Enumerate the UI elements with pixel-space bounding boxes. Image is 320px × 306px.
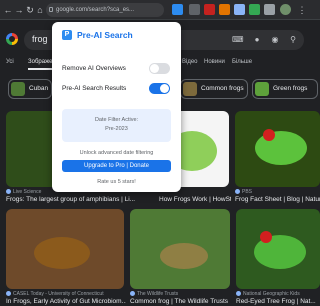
camera-search-icon[interactable]: ◉ — [270, 35, 280, 45]
frog-eye — [260, 231, 272, 243]
frog-image — [34, 237, 90, 269]
browser-toolbar: ← → ↻ ⌂ google.com/search?sca_es... ⋮ — [0, 0, 320, 20]
extension-logo-icon: P — [62, 30, 72, 40]
keyboard-icon[interactable]: ⌨ — [232, 35, 244, 45]
pre-ai-search-results-label: Pre-AI Search Results — [62, 85, 127, 92]
pre-ai-search-extension-icon[interactable] — [172, 4, 183, 15]
address-url: google.com/search?sca_es... — [56, 7, 135, 13]
tab-all[interactable]: Усі — [6, 59, 14, 65]
pre-ai-search-results-toggle[interactable] — [149, 83, 170, 94]
more-menu-icon[interactable]: ⋮ — [296, 3, 308, 17]
search-icon[interactable]: ⚲ — [288, 35, 298, 45]
result-title[interactable]: Frog Fact Sheet | Blog | Nature — [235, 196, 320, 203]
chip-common-frogs[interactable]: Common frogs — [180, 79, 248, 99]
extension-icon[interactable] — [249, 4, 260, 15]
extension-icon[interactable] — [204, 4, 215, 15]
chip-thumbnail — [183, 82, 197, 96]
toggle-knob — [160, 84, 169, 93]
date-filter-status: Date Filter Active: Pre-2023 — [62, 109, 171, 142]
remove-ai-overviews-label: Remove AI Overviews — [62, 65, 126, 72]
extension-icon[interactable] — [189, 4, 200, 15]
tab-video[interactable]: Відео — [182, 59, 198, 65]
result-image[interactable] — [130, 209, 230, 289]
extension-icon[interactable] — [234, 4, 245, 15]
frog-image — [160, 243, 208, 269]
result-title[interactable]: Frogs: The largest group of amphibians |… — [6, 196, 153, 203]
result-title[interactable]: Red-Eyed Tree Frog | Nat... — [236, 298, 320, 305]
chip-green-frogs[interactable]: Green frogs — [252, 79, 318, 99]
result-source: The Wildlife Trusts — [130, 291, 178, 297]
remove-ai-overviews-toggle[interactable] — [149, 63, 170, 74]
result-title[interactable]: In Frogs, Early Activity of Gut Microbio… — [6, 298, 126, 305]
result-title[interactable]: Common frog | The Wildlife Trusts — [130, 298, 232, 305]
profile-avatar[interactable] — [280, 4, 291, 15]
home-icon[interactable]: ⌂ — [34, 3, 46, 17]
google-logo[interactable] — [6, 33, 18, 45]
chip-thumbnail — [11, 82, 25, 96]
result-image[interactable] — [235, 111, 320, 187]
lock-icon — [49, 7, 53, 12]
search-query[interactable]: frog — [32, 34, 48, 44]
frog-eye — [263, 129, 275, 141]
toggle-knob — [150, 64, 159, 73]
mic-icon[interactable]: ● — [252, 35, 262, 45]
upgrade-button[interactable]: Upgrade to Pro | Donate — [62, 160, 171, 172]
result-source: Live Science — [6, 189, 41, 195]
result-image[interactable] — [236, 209, 320, 289]
extension-popup: P Pre-AI Search Remove AI Overviews Pre-… — [52, 22, 181, 192]
rate-us-link[interactable]: Rate us 5 stars! — [62, 179, 171, 185]
puzzle-icon[interactable] — [264, 4, 275, 15]
result-source: National Geographic Kids — [236, 291, 300, 297]
date-filter-label: Date Filter Active: — [94, 117, 139, 123]
result-source: CASEL Today - University of Connecticut — [6, 291, 104, 297]
address-bar[interactable]: google.com/search?sca_es... — [46, 3, 164, 17]
result-image[interactable] — [6, 209, 124, 289]
result-source: PBS — [235, 189, 252, 195]
date-filter-value: Pre-2023 — [105, 126, 128, 132]
chip-cuban[interactable]: Cuban — [8, 79, 52, 99]
chip-thumbnail — [255, 82, 269, 96]
popup-title: Pre-AI Search — [77, 30, 133, 40]
unlock-text: Unlock advanced date filtering — [79, 150, 154, 156]
tab-more[interactable]: Більше — [232, 59, 252, 65]
result-title[interactable]: How Frogs Work | HowStuffW... — [159, 196, 231, 203]
tab-news[interactable]: Новини — [204, 59, 225, 65]
extension-icon[interactable] — [219, 4, 230, 15]
